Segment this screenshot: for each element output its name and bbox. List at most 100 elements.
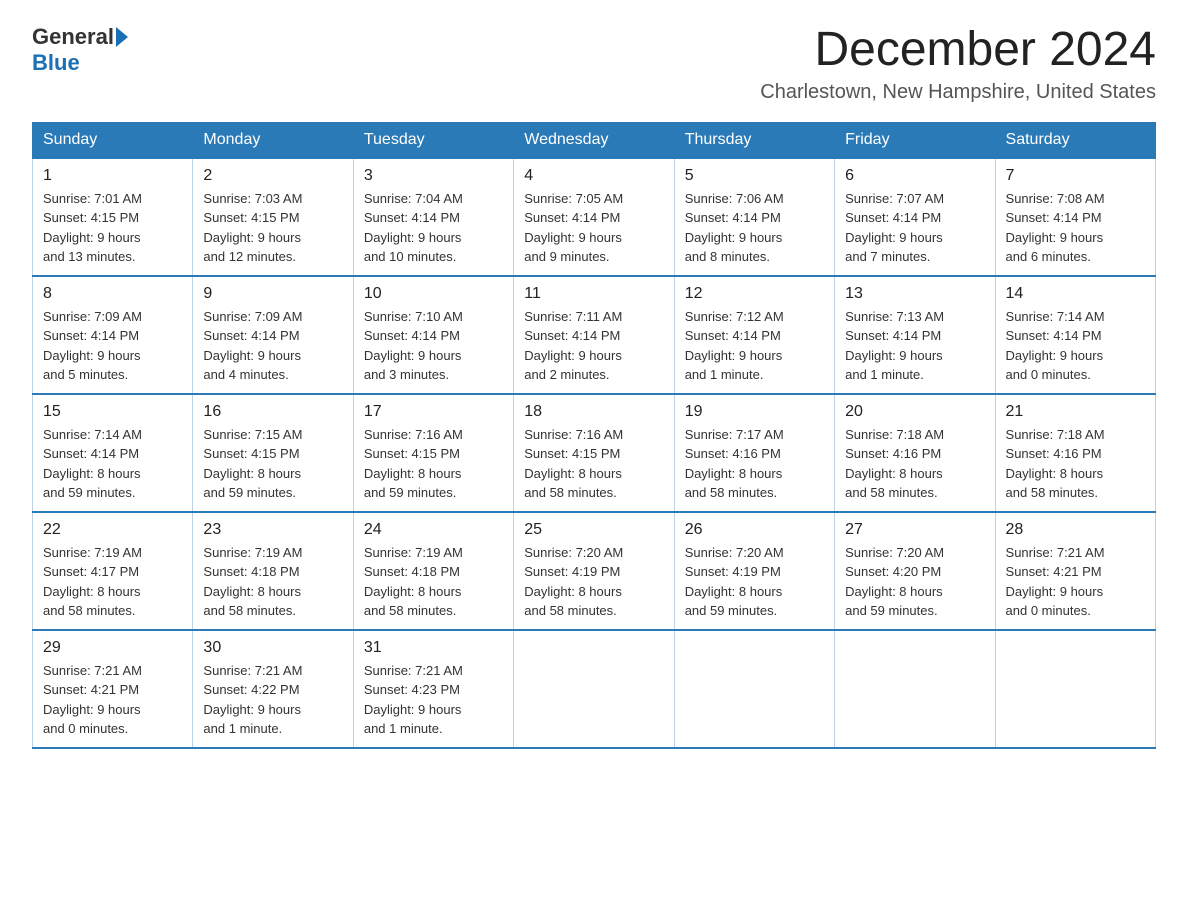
calendar-cell <box>835 630 995 748</box>
day-info: Sunrise: 7:20 AMSunset: 4:19 PMDaylight:… <box>524 543 663 621</box>
day-info: Sunrise: 7:10 AMSunset: 4:14 PMDaylight:… <box>364 307 503 385</box>
calendar-cell: 5 Sunrise: 7:06 AMSunset: 4:14 PMDayligh… <box>674 158 834 276</box>
header-sunday: Sunday <box>33 122 193 158</box>
day-info: Sunrise: 7:01 AMSunset: 4:15 PMDaylight:… <box>43 189 182 267</box>
calendar-cell: 16 Sunrise: 7:15 AMSunset: 4:15 PMDaylig… <box>193 394 353 512</box>
calendar-cell: 7 Sunrise: 7:08 AMSunset: 4:14 PMDayligh… <box>995 158 1155 276</box>
day-number: 30 <box>203 639 342 657</box>
day-number: 2 <box>203 167 342 185</box>
day-number: 4 <box>524 167 663 185</box>
day-info: Sunrise: 7:12 AMSunset: 4:14 PMDaylight:… <box>685 307 824 385</box>
calendar-cell: 24 Sunrise: 7:19 AMSunset: 4:18 PMDaylig… <box>353 512 513 630</box>
day-number: 14 <box>1006 285 1145 303</box>
day-info: Sunrise: 7:17 AMSunset: 4:16 PMDaylight:… <box>685 425 824 503</box>
day-info: Sunrise: 7:16 AMSunset: 4:15 PMDaylight:… <box>524 425 663 503</box>
calendar-cell: 9 Sunrise: 7:09 AMSunset: 4:14 PMDayligh… <box>193 276 353 394</box>
calendar-cell: 22 Sunrise: 7:19 AMSunset: 4:17 PMDaylig… <box>33 512 193 630</box>
logo-general-text: General <box>32 24 114 50</box>
day-info: Sunrise: 7:21 AMSunset: 4:23 PMDaylight:… <box>364 661 503 739</box>
day-number: 7 <box>1006 167 1145 185</box>
day-info: Sunrise: 7:06 AMSunset: 4:14 PMDaylight:… <box>685 189 824 267</box>
day-number: 3 <box>364 167 503 185</box>
day-number: 23 <box>203 521 342 539</box>
calendar-cell: 11 Sunrise: 7:11 AMSunset: 4:14 PMDaylig… <box>514 276 674 394</box>
month-title: December 2024 <box>760 24 1156 77</box>
day-info: Sunrise: 7:14 AMSunset: 4:14 PMDaylight:… <box>1006 307 1145 385</box>
calendar-cell: 2 Sunrise: 7:03 AMSunset: 4:15 PMDayligh… <box>193 158 353 276</box>
header-tuesday: Tuesday <box>353 122 513 158</box>
day-info: Sunrise: 7:13 AMSunset: 4:14 PMDaylight:… <box>845 307 984 385</box>
day-number: 19 <box>685 403 824 421</box>
day-number: 26 <box>685 521 824 539</box>
calendar-cell: 21 Sunrise: 7:18 AMSunset: 4:16 PMDaylig… <box>995 394 1155 512</box>
calendar-cell: 13 Sunrise: 7:13 AMSunset: 4:14 PMDaylig… <box>835 276 995 394</box>
calendar-cell: 3 Sunrise: 7:04 AMSunset: 4:14 PMDayligh… <box>353 158 513 276</box>
calendar-week-row: 15 Sunrise: 7:14 AMSunset: 4:14 PMDaylig… <box>33 394 1156 512</box>
day-info: Sunrise: 7:15 AMSunset: 4:15 PMDaylight:… <box>203 425 342 503</box>
calendar-cell: 19 Sunrise: 7:17 AMSunset: 4:16 PMDaylig… <box>674 394 834 512</box>
day-number: 31 <box>364 639 503 657</box>
calendar-week-row: 29 Sunrise: 7:21 AMSunset: 4:21 PMDaylig… <box>33 630 1156 748</box>
day-info: Sunrise: 7:08 AMSunset: 4:14 PMDaylight:… <box>1006 189 1145 267</box>
calendar-cell <box>514 630 674 748</box>
day-number: 1 <box>43 167 182 185</box>
header-saturday: Saturday <box>995 122 1155 158</box>
day-info: Sunrise: 7:05 AMSunset: 4:14 PMDaylight:… <box>524 189 663 267</box>
title-area: December 2024 Charlestown, New Hampshire… <box>760 24 1156 104</box>
day-info: Sunrise: 7:20 AMSunset: 4:20 PMDaylight:… <box>845 543 984 621</box>
location-subtitle: Charlestown, New Hampshire, United State… <box>760 81 1156 104</box>
day-info: Sunrise: 7:03 AMSunset: 4:15 PMDaylight:… <box>203 189 342 267</box>
calendar-cell: 23 Sunrise: 7:19 AMSunset: 4:18 PMDaylig… <box>193 512 353 630</box>
day-number: 11 <box>524 285 663 303</box>
calendar-cell: 20 Sunrise: 7:18 AMSunset: 4:16 PMDaylig… <box>835 394 995 512</box>
day-number: 27 <box>845 521 984 539</box>
calendar-cell: 27 Sunrise: 7:20 AMSunset: 4:20 PMDaylig… <box>835 512 995 630</box>
calendar-cell: 15 Sunrise: 7:14 AMSunset: 4:14 PMDaylig… <box>33 394 193 512</box>
day-number: 28 <box>1006 521 1145 539</box>
calendar-cell: 14 Sunrise: 7:14 AMSunset: 4:14 PMDaylig… <box>995 276 1155 394</box>
day-number: 18 <box>524 403 663 421</box>
calendar-cell: 4 Sunrise: 7:05 AMSunset: 4:14 PMDayligh… <box>514 158 674 276</box>
day-number: 17 <box>364 403 503 421</box>
day-info: Sunrise: 7:21 AMSunset: 4:21 PMDaylight:… <box>43 661 182 739</box>
day-number: 9 <box>203 285 342 303</box>
logo-blue-text: Blue <box>32 50 80 75</box>
day-info: Sunrise: 7:21 AMSunset: 4:21 PMDaylight:… <box>1006 543 1145 621</box>
day-number: 8 <box>43 285 182 303</box>
day-number: 21 <box>1006 403 1145 421</box>
calendar-cell: 1 Sunrise: 7:01 AMSunset: 4:15 PMDayligh… <box>33 158 193 276</box>
calendar-cell <box>995 630 1155 748</box>
calendar-cell: 25 Sunrise: 7:20 AMSunset: 4:19 PMDaylig… <box>514 512 674 630</box>
day-number: 5 <box>685 167 824 185</box>
day-info: Sunrise: 7:09 AMSunset: 4:14 PMDaylight:… <box>203 307 342 385</box>
header-wednesday: Wednesday <box>514 122 674 158</box>
calendar-header-row: Sunday Monday Tuesday Wednesday Thursday… <box>33 122 1156 158</box>
day-number: 16 <box>203 403 342 421</box>
day-number: 12 <box>685 285 824 303</box>
calendar-cell: 17 Sunrise: 7:16 AMSunset: 4:15 PMDaylig… <box>353 394 513 512</box>
day-info: Sunrise: 7:18 AMSunset: 4:16 PMDaylight:… <box>845 425 984 503</box>
calendar-week-row: 22 Sunrise: 7:19 AMSunset: 4:17 PMDaylig… <box>33 512 1156 630</box>
calendar-cell: 28 Sunrise: 7:21 AMSunset: 4:21 PMDaylig… <box>995 512 1155 630</box>
header-friday: Friday <box>835 122 995 158</box>
day-info: Sunrise: 7:21 AMSunset: 4:22 PMDaylight:… <box>203 661 342 739</box>
calendar-cell: 6 Sunrise: 7:07 AMSunset: 4:14 PMDayligh… <box>835 158 995 276</box>
day-number: 24 <box>364 521 503 539</box>
calendar-week-row: 1 Sunrise: 7:01 AMSunset: 4:15 PMDayligh… <box>33 158 1156 276</box>
calendar-table: Sunday Monday Tuesday Wednesday Thursday… <box>32 122 1156 749</box>
day-number: 20 <box>845 403 984 421</box>
day-number: 22 <box>43 521 182 539</box>
logo-arrow-icon <box>116 27 128 47</box>
day-info: Sunrise: 7:18 AMSunset: 4:16 PMDaylight:… <box>1006 425 1145 503</box>
calendar-cell: 31 Sunrise: 7:21 AMSunset: 4:23 PMDaylig… <box>353 630 513 748</box>
day-info: Sunrise: 7:11 AMSunset: 4:14 PMDaylight:… <box>524 307 663 385</box>
logo: General Blue <box>32 24 130 76</box>
day-number: 25 <box>524 521 663 539</box>
calendar-cell: 26 Sunrise: 7:20 AMSunset: 4:19 PMDaylig… <box>674 512 834 630</box>
header: General Blue December 2024 Charlestown, … <box>32 24 1156 104</box>
day-info: Sunrise: 7:07 AMSunset: 4:14 PMDaylight:… <box>845 189 984 267</box>
day-number: 13 <box>845 285 984 303</box>
header-thursday: Thursday <box>674 122 834 158</box>
day-number: 29 <box>43 639 182 657</box>
calendar-cell: 12 Sunrise: 7:12 AMSunset: 4:14 PMDaylig… <box>674 276 834 394</box>
